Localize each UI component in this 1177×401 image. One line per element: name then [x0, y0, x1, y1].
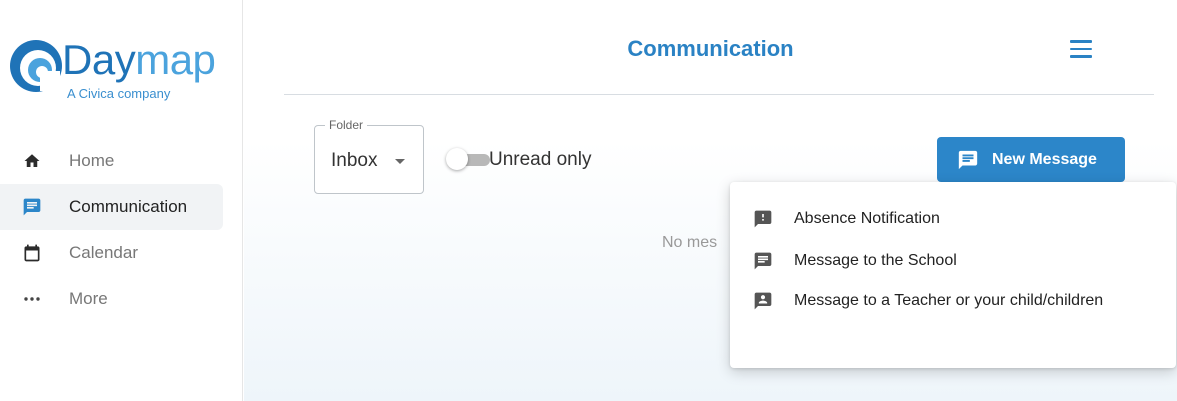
menu-item-label: Message to a Teacher or your child/child… [794, 292, 1104, 309]
caret-down-icon [395, 159, 405, 164]
sidebar-item-label: Communication [69, 197, 188, 216]
sidebar-item-communication[interactable]: Communication [0, 184, 223, 230]
folder-select[interactable]: Folder Inbox [314, 118, 424, 194]
menu-item-absence-notification[interactable]: Absence Notification [730, 199, 1176, 239]
brand-tagline: A Civica company [67, 86, 171, 101]
menu-item-message-school[interactable]: Message to the School [730, 241, 1176, 281]
message-icon [22, 197, 42, 217]
more-dots-icon [22, 289, 42, 309]
sidebar-nav: Home Communication Calendar More [0, 138, 223, 322]
new-message-label: New Message [992, 150, 1097, 168]
alert-message-icon [754, 210, 772, 228]
brand-name: Daymap [62, 36, 216, 84]
new-message-menu: Absence Notification Message to the Scho… [730, 182, 1176, 368]
app-root: Daymap A Civica company Home Communicati… [0, 0, 1177, 401]
folder-label: Folder [325, 118, 368, 132]
menu-item-label: Message to the School [794, 252, 957, 269]
unread-only-label: Unread only [489, 149, 592, 170]
brand-name-part1: Day [62, 36, 136, 83]
message-icon [754, 252, 772, 270]
page-title: Communication [627, 36, 794, 61]
sidebar-item-label: Home [69, 151, 115, 170]
sidebar-item-calendar[interactable]: Calendar [0, 230, 223, 276]
menu-item-label: Absence Notification [794, 210, 940, 227]
empty-state-text: No mes [662, 234, 718, 251]
toggle-knob [446, 148, 468, 170]
sidebar-item-label: Calendar [69, 243, 138, 262]
menu-item-message-teacher[interactable]: Message to a Teacher or your child/child… [730, 281, 1176, 321]
calendar-icon [22, 243, 42, 263]
sidebar-item-home[interactable]: Home [0, 138, 223, 184]
daymap-logo-icon [10, 40, 62, 92]
sidebar-item-more[interactable]: More [0, 276, 223, 322]
daymap-logo[interactable]: Daymap A Civica company [8, 36, 216, 106]
sidebar: Daymap A Civica company Home Communicati… [0, 0, 243, 401]
sidebar-item-label: More [69, 289, 108, 308]
new-message-button[interactable]: New Message [937, 137, 1125, 182]
folder-value: Inbox [331, 150, 378, 171]
hamburger-icon[interactable] [1070, 40, 1094, 60]
brand-name-part2: map [135, 36, 216, 83]
home-icon [22, 151, 42, 171]
message-icon [958, 150, 978, 169]
header-divider [284, 94, 1154, 95]
person-message-icon [754, 292, 772, 310]
